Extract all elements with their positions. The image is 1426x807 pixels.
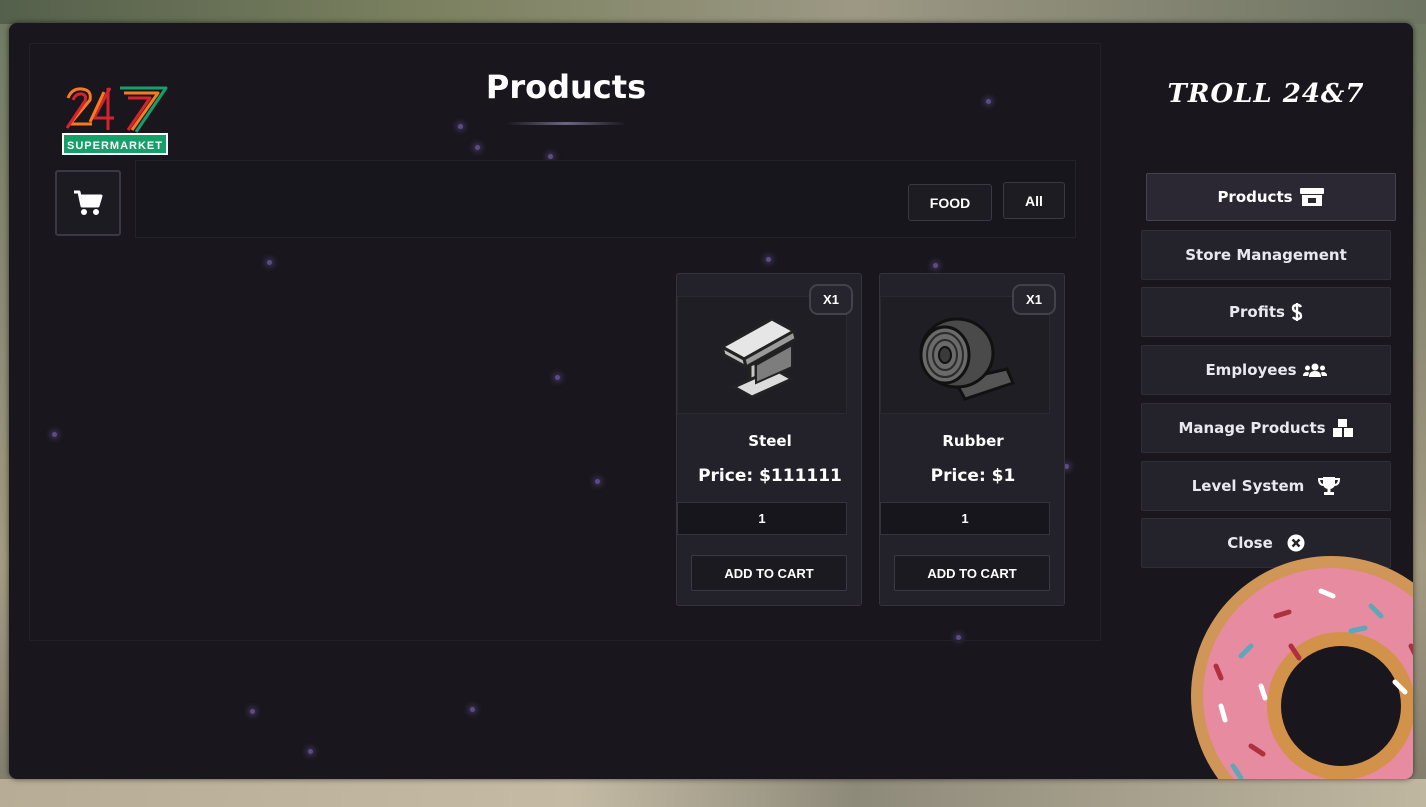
nav-label: Profits	[1229, 303, 1285, 321]
rubber-roll-icon	[919, 317, 1015, 401]
particle-dot	[250, 709, 255, 714]
svg-text:SUPERMARKET: SUPERMARKET	[67, 140, 163, 152]
product-name: Rubber	[942, 432, 1004, 450]
users-icon	[1302, 362, 1327, 378]
game-background-top	[0, 0, 1426, 24]
nav-label: Level System	[1191, 477, 1305, 495]
dollar-icon	[1291, 302, 1303, 322]
quantity-badge: X1	[1012, 284, 1056, 315]
nav-label: Manage Products	[1178, 419, 1326, 437]
store-icon	[1299, 187, 1325, 207]
add-to-cart-button[interactable]: ADD TO CART	[894, 555, 1050, 591]
nav-manage-products[interactable]: Manage Products	[1141, 403, 1391, 453]
nav-store-management[interactable]: Store Management	[1141, 230, 1391, 280]
nav-label: Products	[1217, 188, 1293, 206]
store-name: TROLL 24&7	[1167, 79, 1365, 109]
nav-label: Store Management	[1185, 246, 1347, 264]
nav-label: Employees	[1205, 361, 1297, 379]
boxes-icon	[1332, 418, 1354, 438]
product-price: Price: $111111	[698, 466, 842, 486]
title-underline	[506, 122, 626, 125]
product-card-steel: X1 Steel Price: $111111 ADD TO CART	[676, 273, 862, 606]
nav-employees[interactable]: Employees	[1141, 345, 1391, 395]
filter-all-button[interactable]: All	[1003, 182, 1065, 219]
products-panel: SUPERMARKET Products FOOD All X1 Steel P…	[29, 43, 1101, 641]
shopping-cart-icon	[74, 190, 103, 215]
add-to-cart-button[interactable]: ADD TO CART	[691, 555, 847, 591]
product-price: Price: $1	[930, 466, 1016, 486]
game-background-bottom	[0, 779, 1426, 807]
page-title: Products	[485, 68, 647, 106]
nav-products[interactable]: Products	[1146, 173, 1396, 221]
quantity-input[interactable]	[677, 502, 847, 535]
quantity-input[interactable]	[880, 502, 1050, 535]
nav-profits[interactable]: Profits	[1141, 287, 1391, 337]
particle-dot	[308, 749, 313, 754]
steel-beam-icon	[718, 317, 798, 399]
trophy-icon	[1318, 476, 1341, 496]
product-card-rubber: X1 Rubber Price: $1 ADD TO CART	[879, 273, 1065, 606]
quantity-badge: X1	[809, 284, 853, 315]
filter-food-button[interactable]: FOOD	[908, 184, 992, 221]
product-name: Steel	[748, 432, 792, 450]
donut-decoration	[1191, 556, 1413, 779]
nav-level-system[interactable]: Level System	[1141, 461, 1391, 511]
cart-button[interactable]	[55, 170, 121, 236]
store-window: SUPERMARKET Products FOOD All X1 Steel P…	[9, 23, 1413, 779]
category-filter-bar: FOOD All	[135, 160, 1076, 238]
particle-dot	[470, 707, 475, 712]
